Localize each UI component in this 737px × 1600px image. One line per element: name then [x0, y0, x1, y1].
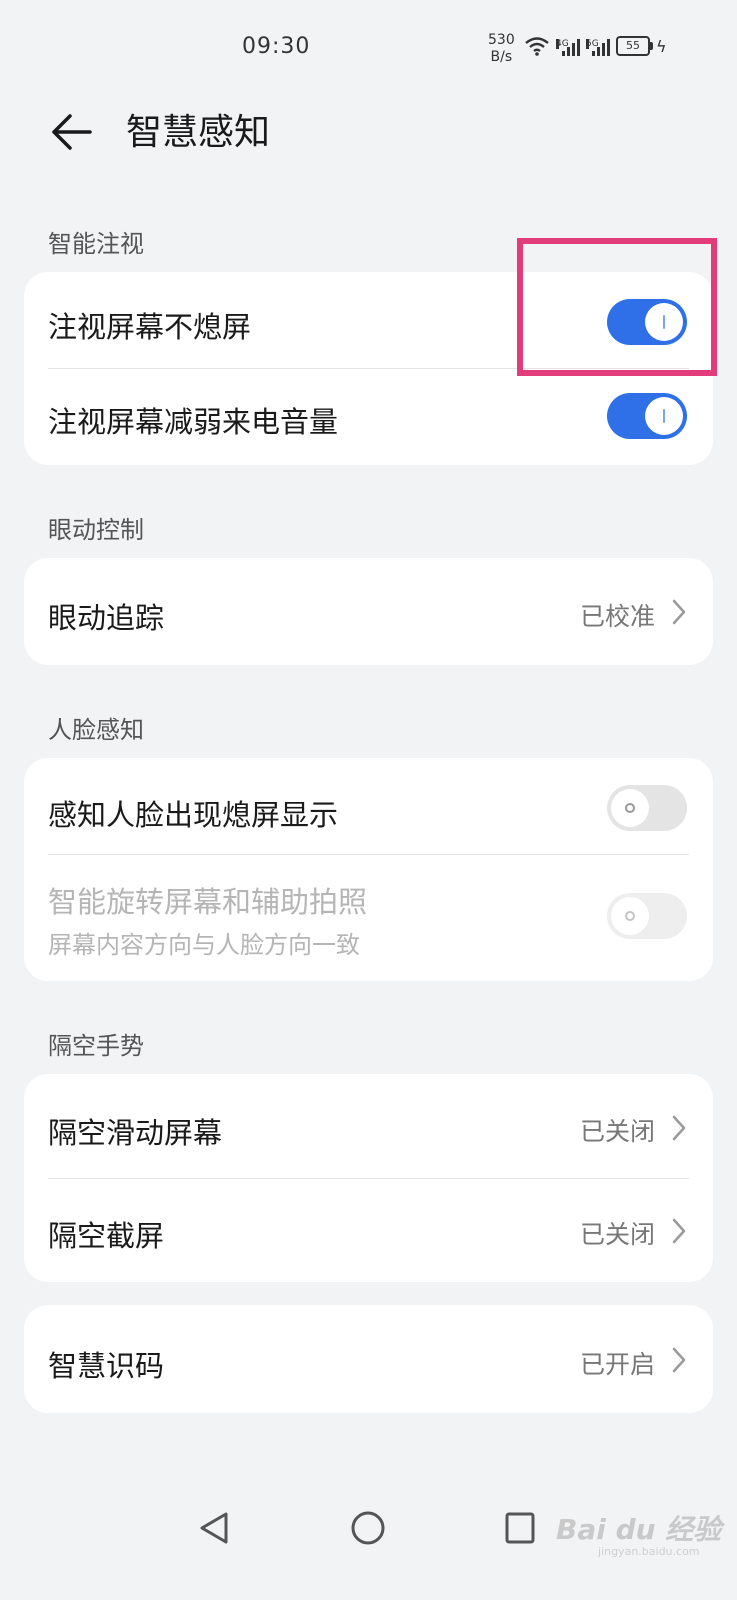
section-label-face-perception: 人脸感知 [48, 716, 144, 744]
row-value: 已开启 [579, 1350, 655, 1379]
status-bar: 09:30 530 B/s 4G 5G 55 ϟ [0, 0, 737, 96]
baidu-watermark: Bai du 经验 [556, 1513, 722, 1546]
highlight-annotation-box [517, 238, 717, 376]
row-label: 感知人脸出现熄屏显示 [48, 798, 339, 832]
chevron-right-icon [672, 1347, 686, 1373]
face-perception-card: 感知人脸出现熄屏显示 智能旋转屏幕和辅助拍照 屏幕内容方向与人脸方向一致 [24, 758, 713, 981]
signal-icon: 4G [556, 39, 580, 56]
net-speed: 530 B/s [488, 32, 515, 65]
row-value: 已关闭 [579, 1117, 655, 1146]
chevron-right-icon [672, 599, 686, 625]
gaze-lower-ringtone-row[interactable]: 注视屏幕减弱来电音量 [24, 369, 713, 465]
row-label: 智慧识码 [48, 1349, 165, 1383]
eye-tracking-row[interactable]: 眼动追踪 已校准 [24, 558, 713, 665]
section-label-air-gesture: 隔空手势 [48, 1032, 144, 1060]
recents-square-icon[interactable] [502, 1508, 538, 1548]
row-label: 注视屏幕减弱来电音量 [48, 405, 339, 439]
row-value: 已校准 [579, 602, 655, 631]
row-value: 已关闭 [579, 1220, 655, 1249]
section-label-smart-gaze: 智能注视 [48, 230, 144, 258]
signal-icon: 5G [586, 39, 610, 56]
status-icons: 4G 5G 55 ϟ [524, 36, 667, 56]
charging-icon: ϟ [656, 37, 667, 56]
back-arrow-icon [52, 114, 92, 150]
face-aod-row[interactable]: 感知人脸出现熄屏显示 [24, 758, 713, 854]
toggle-knob [645, 397, 683, 435]
air-swipe-row[interactable]: 隔空滑动屏幕 已关闭 [24, 1074, 713, 1178]
row-label: 智能旋转屏幕和辅助拍照 [48, 885, 368, 919]
smart-code-row[interactable]: 智慧识码 已开启 [24, 1305, 713, 1413]
row-label: 眼动追踪 [48, 601, 165, 635]
smart-code-card: 智慧识码 已开启 [24, 1305, 713, 1413]
page-title: 智慧感知 [126, 112, 271, 153]
smart-rotate-toggle [607, 893, 687, 939]
row-subtitle: 屏幕内容方向与人脸方向一致 [48, 931, 360, 959]
air-gesture-card: 隔空滑动屏幕 已关闭 隔空截屏 已关闭 [24, 1074, 713, 1282]
smart-rotate-row: 智能旋转屏幕和辅助拍照 屏幕内容方向与人脸方向一致 [24, 855, 713, 981]
wifi-icon [525, 37, 549, 56]
toggle-knob [611, 897, 649, 935]
back-button[interactable] [44, 104, 100, 160]
battery-icon: 55 [616, 36, 653, 56]
row-label: 注视屏幕不熄屏 [48, 310, 252, 344]
status-time: 09:30 [242, 34, 311, 59]
chevron-right-icon [672, 1218, 686, 1244]
air-screenshot-row[interactable]: 隔空截屏 已关闭 [24, 1179, 713, 1282]
home-circle-icon[interactable] [348, 1508, 388, 1548]
row-label: 隔空滑动屏幕 [48, 1116, 223, 1150]
section-label-eye-control: 眼动控制 [48, 516, 144, 544]
toggle-knob [611, 789, 649, 827]
face-aod-toggle[interactable] [607, 785, 687, 831]
baidu-watermark-url: jingyan.baidu.com [598, 1545, 700, 1558]
gaze-lower-ringtone-toggle[interactable] [607, 393, 687, 439]
chevron-right-icon [672, 1115, 686, 1141]
eye-control-card: 眼动追踪 已校准 [24, 558, 713, 665]
row-label: 隔空截屏 [48, 1219, 165, 1253]
back-triangle-icon[interactable] [196, 1508, 232, 1548]
